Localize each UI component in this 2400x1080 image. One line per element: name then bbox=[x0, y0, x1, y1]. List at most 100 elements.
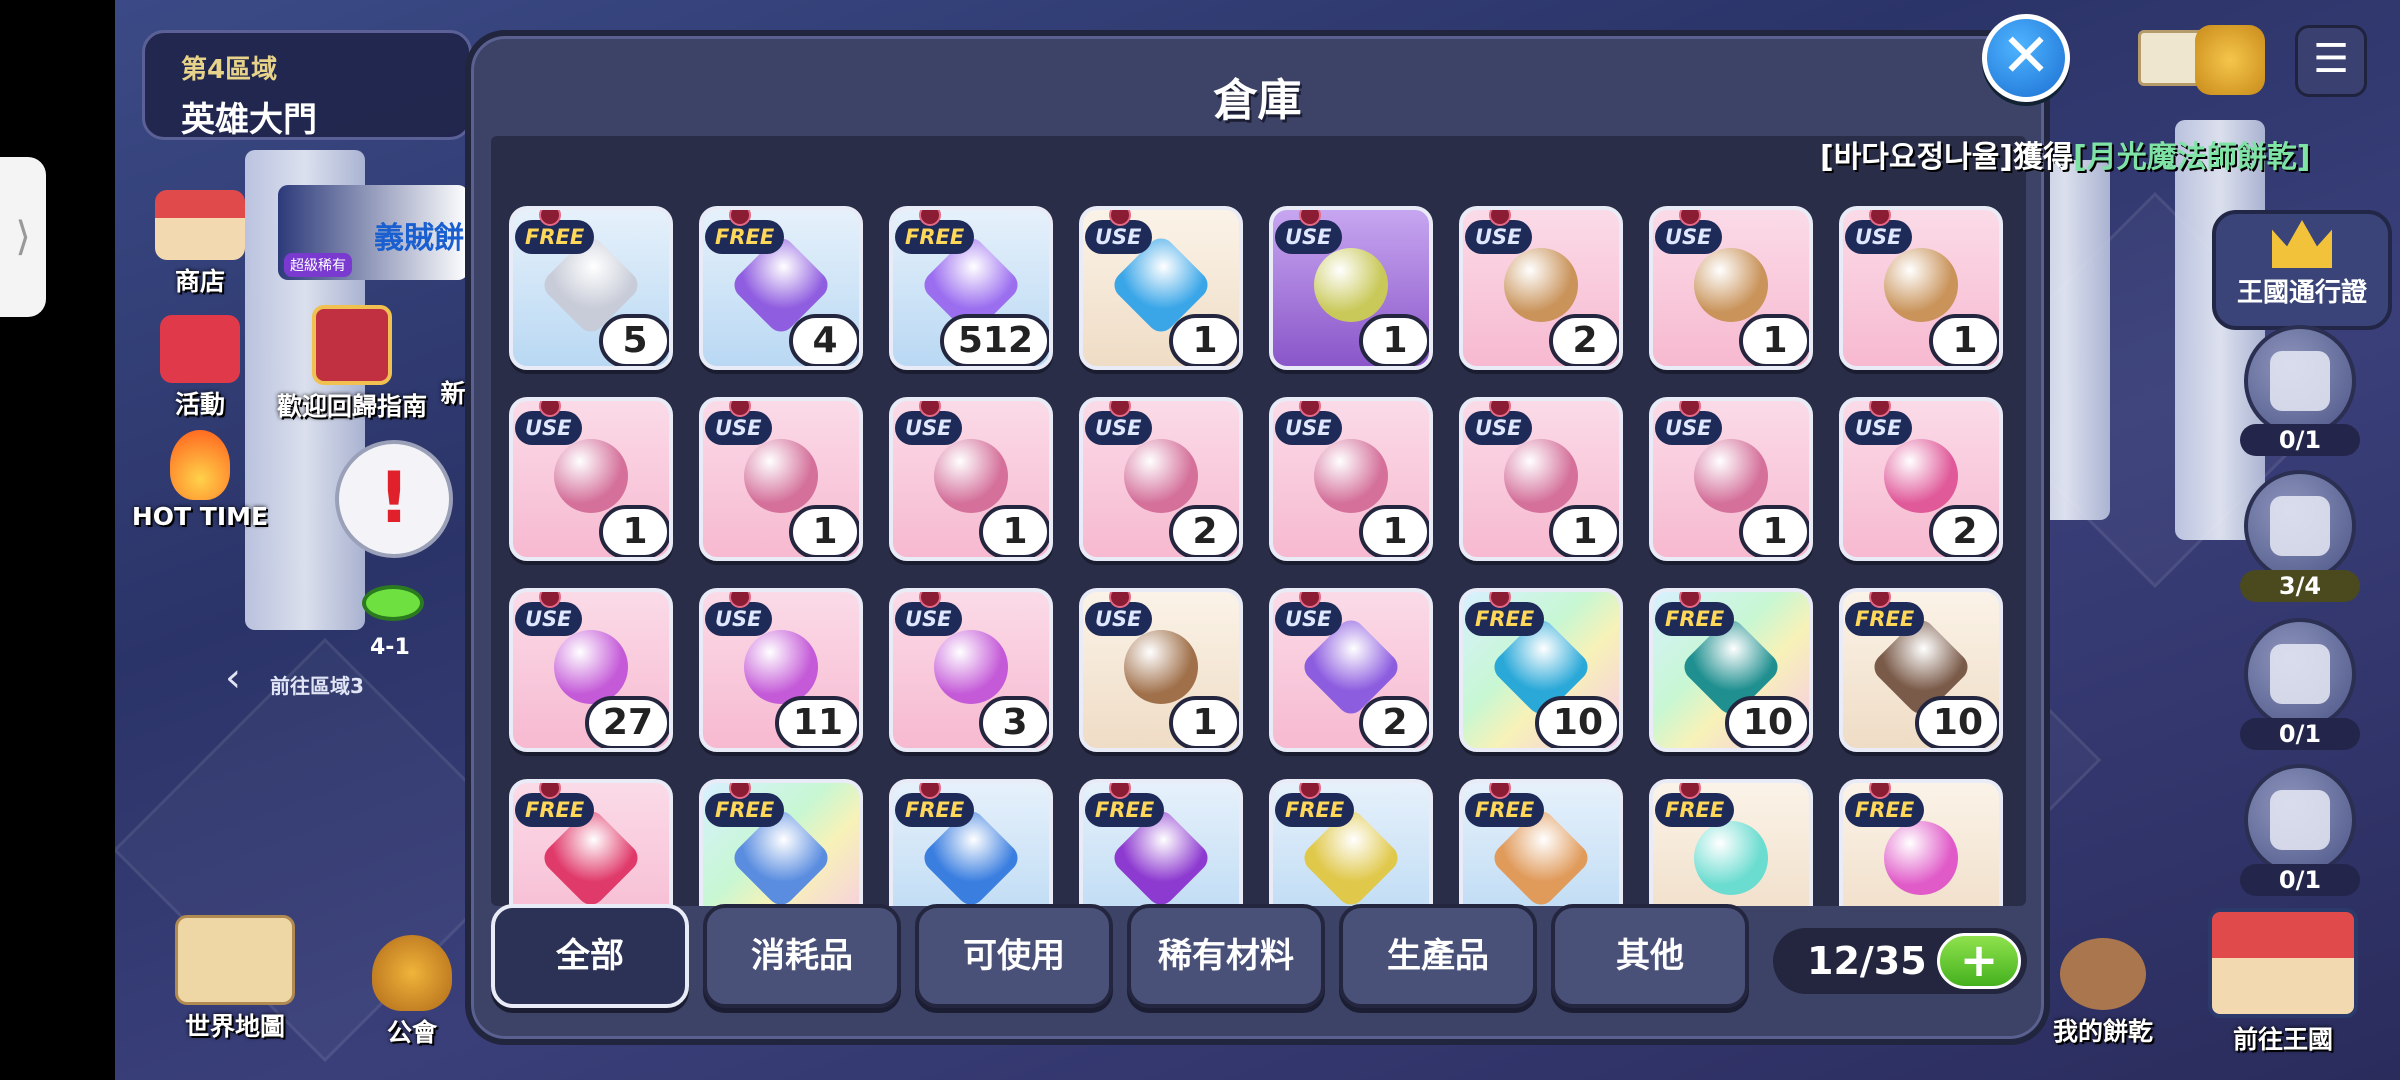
item-grid-area[interactable]: FREE 5 FREE 4 FREE 512 USE 1 USE 1 USE 2 USE 1 USE 1 USE… bbox=[491, 136, 2026, 906]
prev-zone-label: 前往區域3 bbox=[270, 674, 364, 698]
event-button[interactable]: 活動 bbox=[145, 315, 255, 421]
inventory-item[interactable]: USE 2 bbox=[1079, 397, 1243, 561]
cookie-chest-icon bbox=[1504, 247, 1578, 322]
cookie-chest-icon bbox=[744, 438, 818, 513]
notice-reward: [月光魔法師餅乾] bbox=[2073, 140, 2311, 175]
tab-products[interactable]: 生產品 bbox=[1339, 904, 1537, 1008]
item-quantity: 27 bbox=[584, 696, 669, 748]
inventory-item[interactable]: USE 2 bbox=[1269, 588, 1433, 752]
inventory-item[interactable]: USE 1 bbox=[1079, 588, 1243, 752]
banner-badge: 超級稀有 bbox=[284, 253, 352, 277]
inventory-item[interactable]: FREE 5 bbox=[509, 206, 673, 370]
inventory-item[interactable]: FREE bbox=[509, 779, 673, 906]
inventory-item[interactable]: USE 1 bbox=[889, 397, 1053, 561]
house-task-button-2[interactable] bbox=[2244, 764, 2356, 876]
inventory-item[interactable]: FREE bbox=[1649, 779, 1813, 906]
warehouse-panel: 倉庫 FREE 5 FREE 4 FREE 512 USE 1 USE 1 USE 2 USE 1 USE 1… bbox=[465, 30, 2050, 1045]
inventory-item[interactable]: USE 11 bbox=[699, 588, 863, 752]
close-button[interactable]: ✕ bbox=[1982, 14, 2070, 102]
item-quantity: 10 bbox=[1914, 696, 1999, 748]
megaphone-icon[interactable] bbox=[2195, 25, 2265, 95]
return-guide-button[interactable]: 歡迎回歸指南 bbox=[272, 305, 432, 423]
color-flowers-icon bbox=[1884, 820, 1958, 895]
tab-rare-materials[interactable]: 稀有材料 bbox=[1127, 904, 1325, 1008]
shop-button[interactable]: 商店 bbox=[145, 190, 255, 298]
kingdom-pass-button[interactable]: 王國通行證 bbox=[2212, 210, 2392, 330]
expand-capacity-button[interactable]: + bbox=[1937, 933, 2021, 989]
inventory-item[interactable]: FREE 512 bbox=[889, 206, 1053, 370]
chevron-left-icon: ‹ bbox=[225, 655, 241, 701]
house-task-button[interactable] bbox=[2244, 470, 2356, 582]
cookie-chest-icon bbox=[1124, 438, 1198, 513]
inventory-item[interactable]: USE 27 bbox=[509, 588, 673, 752]
inventory-item[interactable]: FREE bbox=[1269, 779, 1433, 906]
stage-alert-marker[interactable]: ! bbox=[335, 440, 453, 558]
inventory-item[interactable]: FREE bbox=[889, 779, 1053, 906]
my-cookies-button[interactable]: 我的餅乾 bbox=[2038, 938, 2168, 1048]
inventory-item[interactable]: USE 1 bbox=[1649, 397, 1813, 561]
inventory-item[interactable]: FREE 10 bbox=[1649, 588, 1813, 752]
tab-all[interactable]: 全部 bbox=[491, 904, 689, 1008]
side-drawer-handle[interactable]: ⟩ bbox=[0, 157, 46, 317]
inventory-item[interactable]: USE 1 bbox=[699, 397, 863, 561]
zone-title: 英雄大門 bbox=[181, 100, 317, 140]
item-quantity: 1 bbox=[1359, 505, 1429, 557]
purple-pouch-icon bbox=[554, 629, 628, 704]
item-tag: FREE bbox=[1845, 793, 1925, 827]
zone-card[interactable]: 第4區域 英雄大門 bbox=[142, 30, 472, 140]
guide-book-icon bbox=[312, 305, 392, 385]
inventory-item[interactable]: USE 1 bbox=[1079, 206, 1243, 370]
inventory-item[interactable]: USE 2 bbox=[1839, 397, 2003, 561]
item-tag: FREE bbox=[1655, 602, 1735, 636]
inventory-item[interactable]: FREE bbox=[699, 779, 863, 906]
event-label: 活動 bbox=[174, 390, 225, 419]
item-quantity: 1 bbox=[1169, 696, 1239, 748]
guild-button[interactable]: 公會 bbox=[362, 935, 462, 1049]
inventory-item[interactable]: USE 1 bbox=[1649, 206, 1813, 370]
partial-menu-label: 新 bbox=[440, 379, 466, 408]
inventory-item[interactable]: FREE 10 bbox=[1459, 588, 1623, 752]
inventory-item[interactable]: USE 1 bbox=[1839, 206, 2003, 370]
zone-subtitle: 第4區域 bbox=[181, 55, 278, 85]
tab-consumables[interactable]: 消耗品 bbox=[703, 904, 901, 1008]
sword-skill-button[interactable] bbox=[2244, 325, 2356, 437]
go-kingdom-button[interactable]: 前往王國 bbox=[2198, 908, 2368, 1056]
tab-usable[interactable]: 可使用 bbox=[915, 904, 1113, 1008]
crown-icon bbox=[2272, 220, 2332, 268]
item-quantity: 2 bbox=[1929, 505, 1999, 557]
item-quantity: 1 bbox=[979, 505, 1049, 557]
inventory-item[interactable]: USE 1 bbox=[1269, 397, 1433, 561]
inventory-item[interactable]: FREE 10 bbox=[1839, 588, 2003, 752]
go-kingdom-label: 前往王國 bbox=[2232, 1025, 2333, 1054]
box-task-counter: 0/1 bbox=[2240, 718, 2360, 750]
item-quantity: 3 bbox=[979, 696, 1049, 748]
tab-other[interactable]: 其他 bbox=[1551, 904, 1749, 1008]
cookie-banner[interactable]: 義賊餅 超級稀有 bbox=[278, 185, 468, 280]
inventory-item[interactable]: FREE bbox=[1839, 779, 2003, 906]
guild-label: 公會 bbox=[386, 1018, 437, 1047]
box-task-button[interactable] bbox=[2244, 618, 2356, 730]
world-map-button[interactable]: 世界地圖 bbox=[150, 915, 320, 1043]
menu-icon[interactable]: ☰ bbox=[2295, 25, 2367, 97]
inventory-item[interactable]: FREE bbox=[1459, 779, 1623, 906]
inventory-item[interactable]: USE 1 bbox=[1459, 397, 1623, 561]
cookie-chest-icon bbox=[1884, 247, 1958, 322]
inventory-item[interactable]: USE 1 bbox=[509, 397, 673, 561]
item-quantity: 1 bbox=[1739, 505, 1809, 557]
cookie-icon bbox=[2060, 938, 2146, 1010]
item-tag: FREE bbox=[1465, 793, 1545, 827]
item-quantity: 1 bbox=[1739, 314, 1809, 366]
prev-zone-link[interactable]: ‹ 前往區域3 bbox=[150, 590, 390, 701]
inventory-item[interactable]: FREE bbox=[1079, 779, 1243, 906]
inventory-item[interactable]: USE 2 bbox=[1459, 206, 1623, 370]
item-tag: FREE bbox=[1465, 602, 1545, 636]
inventory-item[interactable]: FREE 4 bbox=[699, 206, 863, 370]
item-quantity: 1 bbox=[1549, 505, 1619, 557]
partial-menu-item[interactable]: 新 bbox=[438, 372, 468, 410]
cookie-chest-icon bbox=[1884, 438, 1958, 513]
capacity-text: 12/35 bbox=[1807, 939, 1927, 983]
inventory-item[interactable]: USE 3 bbox=[889, 588, 1053, 752]
cookie-chest-icon bbox=[934, 438, 1008, 513]
hot-time-button[interactable]: HOT TIME bbox=[130, 430, 270, 531]
inventory-item[interactable]: USE 1 bbox=[1269, 206, 1433, 370]
